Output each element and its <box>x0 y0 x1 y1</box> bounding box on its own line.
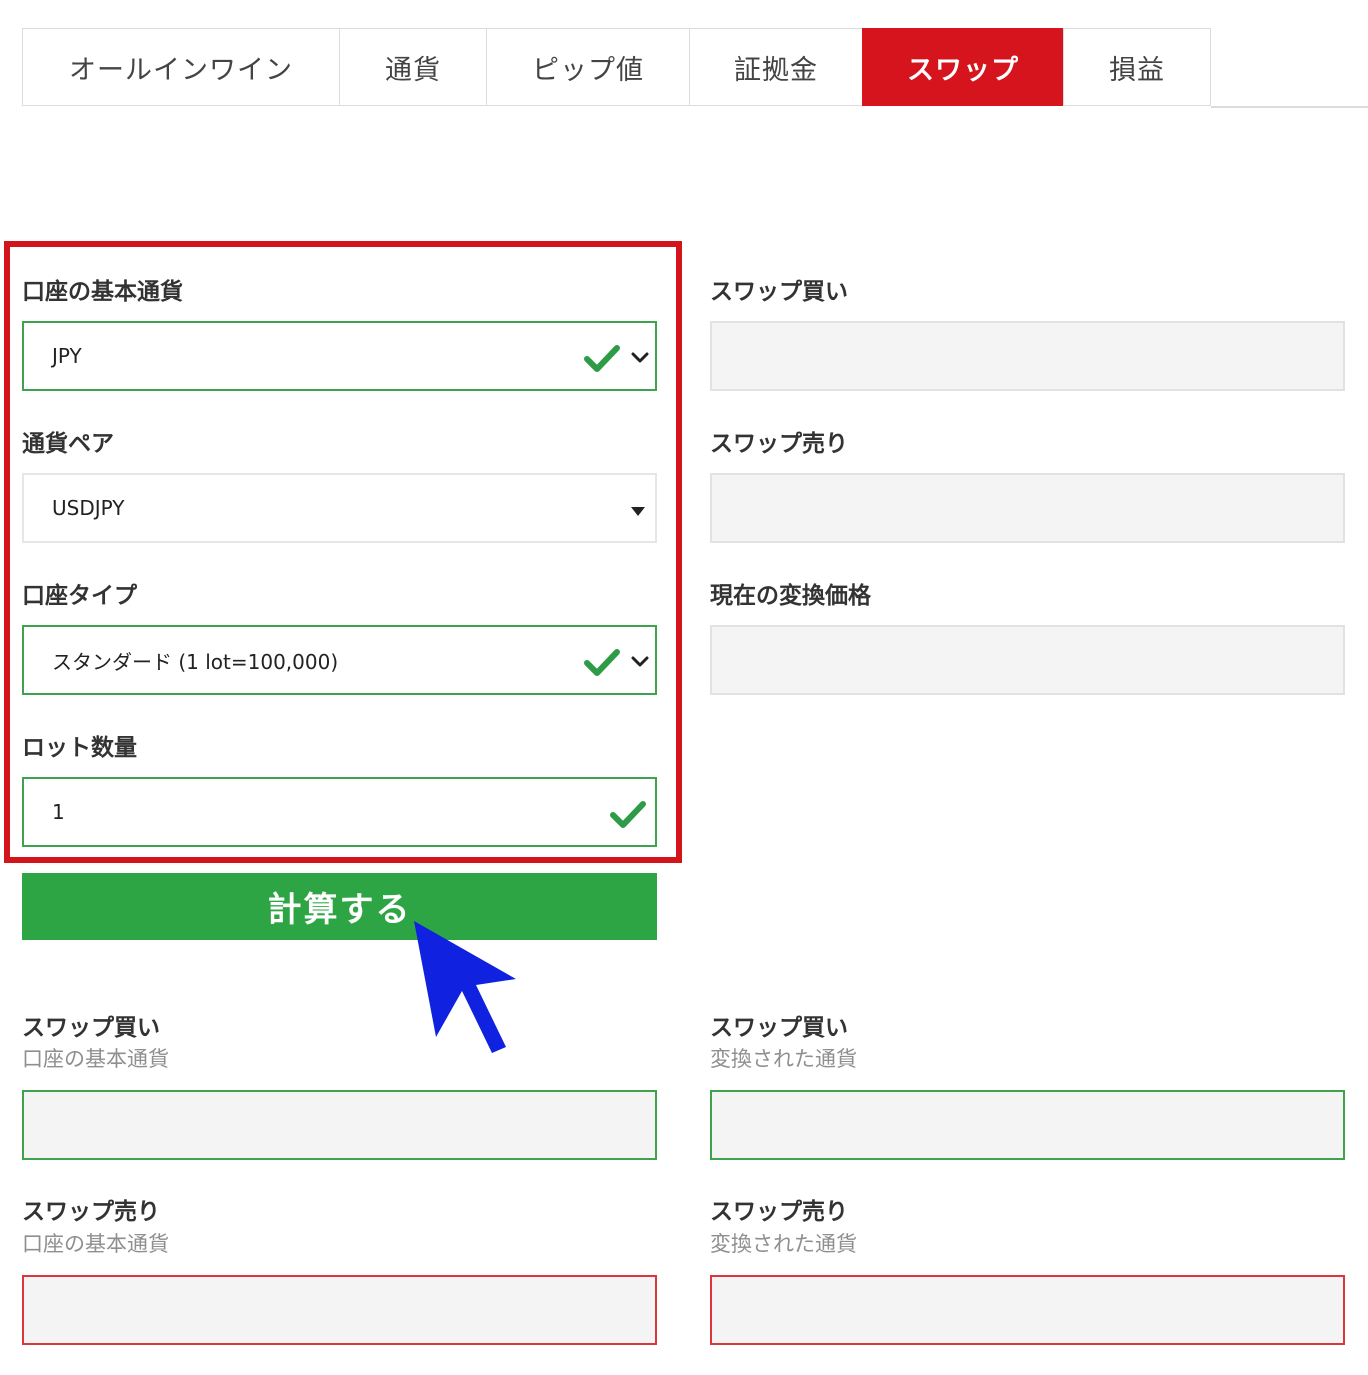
tab-pip-value[interactable]: ピップ値 <box>486 28 689 106</box>
lot-quantity-label: ロット数量 <box>22 735 137 761</box>
tab-profit-loss[interactable]: 損益 <box>1063 28 1211 106</box>
swap-buy-label: スワップ買い <box>710 279 848 305</box>
swap-buy-base-label: スワップ買い <box>22 1015 160 1041</box>
account-type-label: 口座タイプ <box>22 583 137 609</box>
check-icon <box>610 801 646 828</box>
swap-sell-base-label: スワップ売り <box>22 1199 160 1225</box>
swap-sell-converted-output <box>710 1275 1345 1345</box>
swap-sell-converted-sublabel: 変換された通貨 <box>710 1232 857 1256</box>
swap-buy-output <box>710 321 1345 391</box>
caret-down-icon[interactable] <box>631 507 645 516</box>
conversion-price-label: 現在の変換価格 <box>710 583 871 609</box>
account-type-value: スタンダード (1 lot=100,000) <box>52 649 339 674</box>
account-type-select[interactable]: スタンダード (1 lot=100,000) <box>22 625 657 695</box>
swap-sell-converted-label: スワップ売り <box>710 1199 848 1225</box>
swap-buy-converted-sublabel: 変換された通貨 <box>710 1047 857 1071</box>
base-currency-label: 口座の基本通貨 <box>22 279 183 305</box>
tab-all-in-one[interactable]: オールインワイン <box>22 28 339 106</box>
calculator-tabs: オールインワイン 通貨 ピップ値 証拠金 スワップ 損益 <box>22 28 1368 108</box>
base-currency-select[interactable]: JPY <box>22 321 657 391</box>
tab-currency[interactable]: 通貨 <box>339 28 486 106</box>
currency-pair-value: USDJPY <box>52 496 125 520</box>
swap-buy-converted-output <box>710 1090 1345 1160</box>
chevron-down-icon[interactable] <box>631 656 649 668</box>
swap-sell-label: スワップ売り <box>710 431 848 457</box>
currency-pair-select[interactable]: USDJPY <box>22 473 657 543</box>
tab-swap[interactable]: スワップ <box>862 28 1063 106</box>
swap-sell-base-sublabel: 口座の基本通貨 <box>22 1232 169 1256</box>
chevron-down-icon[interactable] <box>631 352 649 364</box>
swap-buy-base-sublabel: 口座の基本通貨 <box>22 1047 169 1071</box>
check-icon <box>584 345 620 372</box>
swap-buy-base-output <box>22 1090 657 1160</box>
tabs-divider <box>1211 106 1368 108</box>
swap-buy-converted-label: スワップ買い <box>710 1015 848 1041</box>
conversion-price-output <box>710 625 1345 695</box>
tab-margin[interactable]: 証拠金 <box>689 28 862 106</box>
swap-sell-output <box>710 473 1345 543</box>
base-currency-value: JPY <box>52 344 82 368</box>
lot-quantity-value: 1 <box>52 800 65 824</box>
check-icon <box>584 649 620 676</box>
lot-quantity-input[interactable]: 1 <box>22 777 657 847</box>
mouse-cursor-icon <box>414 921 516 1053</box>
calculate-button[interactable]: 計算する <box>22 873 657 940</box>
currency-pair-label: 通貨ペア <box>22 431 114 457</box>
swap-sell-base-output <box>22 1275 657 1345</box>
